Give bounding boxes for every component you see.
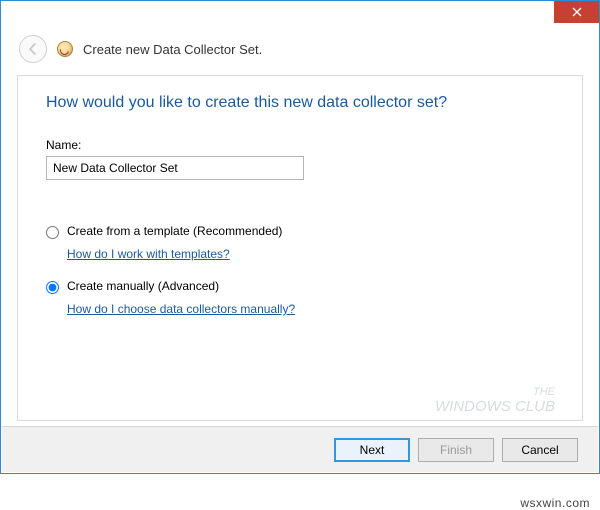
next-button[interactable]: Next	[334, 438, 410, 462]
finish-button: Finish	[418, 438, 494, 462]
wizard-window: Create new Data Collector Set. How would…	[0, 0, 600, 474]
help-link-manual[interactable]: How do I choose data collectors manually…	[67, 302, 295, 316]
option-template-label: Create from a template (Recommended)	[67, 224, 282, 238]
content-panel: How would you like to create this new da…	[17, 75, 583, 421]
perfmon-icon	[57, 41, 73, 57]
option-manual[interactable]: Create manually (Advanced)	[46, 279, 554, 294]
titlebar	[1, 1, 599, 29]
back-button[interactable]	[19, 35, 47, 63]
page-heading: How would you like to create this new da…	[46, 94, 554, 112]
option-template[interactable]: Create from a template (Recommended)	[46, 224, 554, 239]
close-button[interactable]	[554, 1, 599, 23]
radio-manual[interactable]	[46, 281, 59, 294]
header-row: Create new Data Collector Set.	[1, 29, 599, 73]
footer: Next Finish Cancel	[2, 426, 598, 472]
radio-template[interactable]	[46, 226, 59, 239]
options-group: Create from a template (Recommended) How…	[46, 224, 554, 334]
name-input[interactable]	[46, 156, 304, 180]
name-label: Name:	[46, 138, 554, 152]
help-link-templates[interactable]: How do I work with templates?	[67, 247, 230, 261]
window-title: Create new Data Collector Set.	[83, 42, 262, 57]
back-arrow-icon	[26, 42, 40, 56]
option-manual-label: Create manually (Advanced)	[67, 279, 219, 293]
cancel-button[interactable]: Cancel	[502, 438, 578, 462]
close-icon	[572, 7, 582, 17]
